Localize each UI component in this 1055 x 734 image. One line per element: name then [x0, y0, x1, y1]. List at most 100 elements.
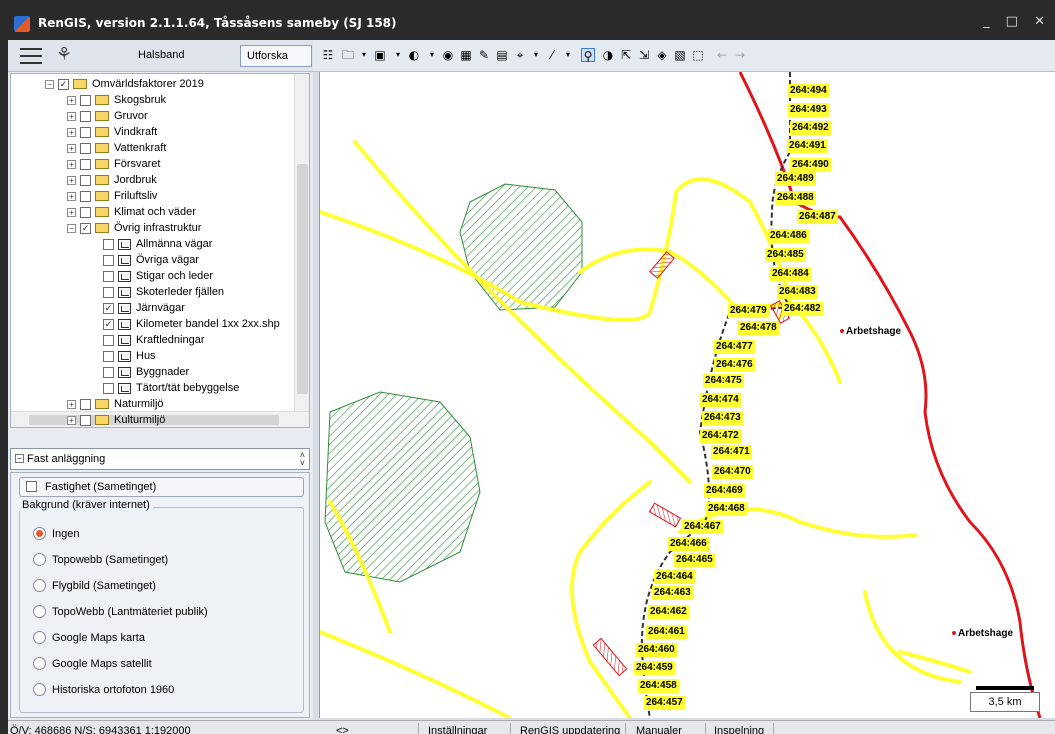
- expand-icon[interactable]: +: [67, 399, 76, 409]
- background-option[interactable]: TopoWebb (Lantmäteriet publik): [33, 605, 208, 618]
- radio-button[interactable]: [33, 657, 46, 670]
- background-option[interactable]: Google Maps satellit: [33, 657, 152, 670]
- background-option[interactable]: Topowebb (Sametinget): [33, 553, 168, 566]
- radio-button[interactable]: [33, 527, 46, 540]
- tree-item-folder[interactable]: + Gruvor: [67, 108, 148, 124]
- update-button[interactable]: RenGIS uppdatering: [520, 725, 620, 734]
- layer-checkbox[interactable]: [80, 110, 91, 122]
- info-icon[interactable]: ◉: [441, 48, 455, 62]
- tree-item-folder[interactable]: + Klimat och väder: [67, 204, 196, 220]
- measure-icon[interactable]: ✎: [477, 48, 491, 62]
- dropdown-icon[interactable]: ▾: [529, 48, 543, 62]
- tree-item-root[interactable]: − ✓ Omvärldsfaktorer 2019: [45, 76, 204, 92]
- open-folder-icon[interactable]: 🗀: [341, 48, 355, 62]
- settings-button[interactable]: Inställningar: [428, 725, 487, 734]
- draw-line-icon[interactable]: ⁄: [545, 48, 559, 62]
- expand-icon[interactable]: +: [67, 415, 76, 425]
- menu-icon[interactable]: [20, 48, 42, 64]
- select-box-icon[interactable]: ⇲: [637, 48, 651, 62]
- tree-item-folder[interactable]: + Naturmiljö: [67, 396, 164, 412]
- erase-icon[interactable]: ◈: [655, 48, 669, 62]
- layer-checkbox[interactable]: ✓: [58, 78, 69, 90]
- gps-icon[interactable]: ⌖: [513, 48, 527, 62]
- layer-checkbox[interactable]: [103, 366, 114, 378]
- layers-icon[interactable]: ☷: [321, 48, 335, 62]
- zoom-icon[interactable]: ⚲: [581, 48, 595, 63]
- pan-icon[interactable]: ◑: [601, 48, 615, 62]
- tree-item-layer[interactable]: Byggnader: [103, 364, 189, 380]
- background-option[interactable]: Ingen: [33, 527, 80, 540]
- layer-checkbox[interactable]: [103, 382, 114, 394]
- forward-icon[interactable]: →: [733, 48, 747, 62]
- tree-item-layer[interactable]: Skoterleder fjällen: [103, 284, 224, 300]
- layer-checkbox[interactable]: [103, 350, 114, 362]
- tree-item-layer[interactable]: ✓ Kilometer bandel 1xx 2xx.shp: [103, 316, 280, 332]
- tree-item-folder[interactable]: − ✓ Övrig infrastruktur: [67, 220, 201, 236]
- tree-item-folder[interactable]: + Vattenkraft: [67, 140, 166, 156]
- recording-button[interactable]: Inspelning: [714, 725, 764, 734]
- layer-checkbox[interactable]: [103, 334, 114, 346]
- expand-icon[interactable]: +: [67, 143, 76, 153]
- tree-item-folder[interactable]: + Friluftsliv: [67, 188, 157, 204]
- category-select[interactable]: − Fast anläggning ˄ ˅: [10, 448, 310, 470]
- tree-item-layer[interactable]: Tätort/tät bebyggelse: [103, 380, 239, 396]
- tree-item-layer[interactable]: Kraftledningar: [103, 332, 205, 348]
- layer-checkbox[interactable]: [103, 286, 114, 298]
- scrollbar-thumb[interactable]: [297, 164, 308, 394]
- radio-button[interactable]: [33, 605, 46, 618]
- expand-icon[interactable]: +: [67, 175, 76, 185]
- layer-checkbox[interactable]: [80, 206, 91, 218]
- tree-item-folder[interactable]: + Försvaret: [67, 156, 160, 172]
- table-icon[interactable]: ▤: [495, 48, 509, 62]
- globe-icon[interactable]: ◐: [407, 48, 421, 62]
- expand-icon[interactable]: +: [67, 207, 76, 217]
- tree-item-layer[interactable]: Stigar och leder: [103, 268, 213, 284]
- tree-item-layer[interactable]: Allmänna vägar: [103, 236, 212, 252]
- tree-item-layer[interactable]: ✓ Järnvägar: [103, 300, 185, 316]
- tab-halsband[interactable]: Halsband: [138, 49, 184, 61]
- dropdown-icon[interactable]: ▾: [561, 48, 575, 62]
- tree-item-layer[interactable]: Övriga vägar: [103, 252, 199, 268]
- layer-checkbox[interactable]: [80, 94, 91, 106]
- layer-checkbox[interactable]: ✓: [103, 318, 114, 330]
- dropdown-icon[interactable]: ▾: [357, 48, 371, 62]
- layer-checkbox[interactable]: ✓: [80, 222, 91, 234]
- radio-button[interactable]: [33, 579, 46, 592]
- layer-checkbox[interactable]: [80, 126, 91, 138]
- layer-checkbox[interactable]: [80, 158, 91, 170]
- back-icon[interactable]: ←: [715, 48, 729, 62]
- background-option[interactable]: Flygbild (Sametinget): [33, 579, 156, 592]
- dropdown-icon[interactable]: ▾: [391, 48, 405, 62]
- layer-checkbox[interactable]: [103, 254, 114, 266]
- fastighet-checkbox[interactable]: [26, 481, 37, 492]
- tree-item-layer[interactable]: Hus: [103, 348, 156, 364]
- grid-icon[interactable]: ▦: [459, 48, 473, 62]
- spinner-icon[interactable]: ˄ ˅: [300, 451, 305, 468]
- dropdown-icon[interactable]: ▾: [425, 48, 439, 62]
- radio-button[interactable]: [33, 553, 46, 566]
- expand-icon[interactable]: +: [67, 95, 76, 105]
- layer-checkbox[interactable]: ✓: [103, 302, 114, 314]
- layer-checkbox[interactable]: [80, 174, 91, 186]
- tab-utforska[interactable]: Utforska: [240, 45, 312, 67]
- background-option[interactable]: Google Maps karta: [33, 631, 145, 644]
- background-option[interactable]: Historiska ortofoton 1960: [33, 683, 174, 696]
- expand-icon[interactable]: +: [67, 111, 76, 121]
- layer-checkbox[interactable]: [103, 238, 114, 250]
- export-icon[interactable]: ▧: [673, 48, 687, 62]
- collapse-icon[interactable]: −: [67, 223, 76, 233]
- radio-button[interactable]: [33, 631, 46, 644]
- tree-item-folder[interactable]: + Skogsbruk: [67, 92, 166, 108]
- tree-item-folder[interactable]: + Jordbruk: [67, 172, 157, 188]
- layer-checkbox[interactable]: [80, 190, 91, 202]
- tree-item-folder[interactable]: + Vindkraft: [67, 124, 157, 140]
- manuals-button[interactable]: Manualer: [636, 725, 682, 734]
- tree-item-folder[interactable]: + Kulturmiljö: [67, 412, 165, 427]
- collapse-icon[interactable]: −: [15, 454, 24, 463]
- fastighet-toggle[interactable]: Fastighet (Sametinget): [19, 477, 304, 497]
- arrows-button[interactable]: <>: [336, 725, 349, 734]
- window-controls[interactable]: _ □ ✕: [983, 14, 1051, 29]
- save-icon[interactable]: ▣: [373, 48, 387, 62]
- layer-checkbox[interactable]: [103, 270, 114, 282]
- expand-icon[interactable]: +: [67, 191, 76, 201]
